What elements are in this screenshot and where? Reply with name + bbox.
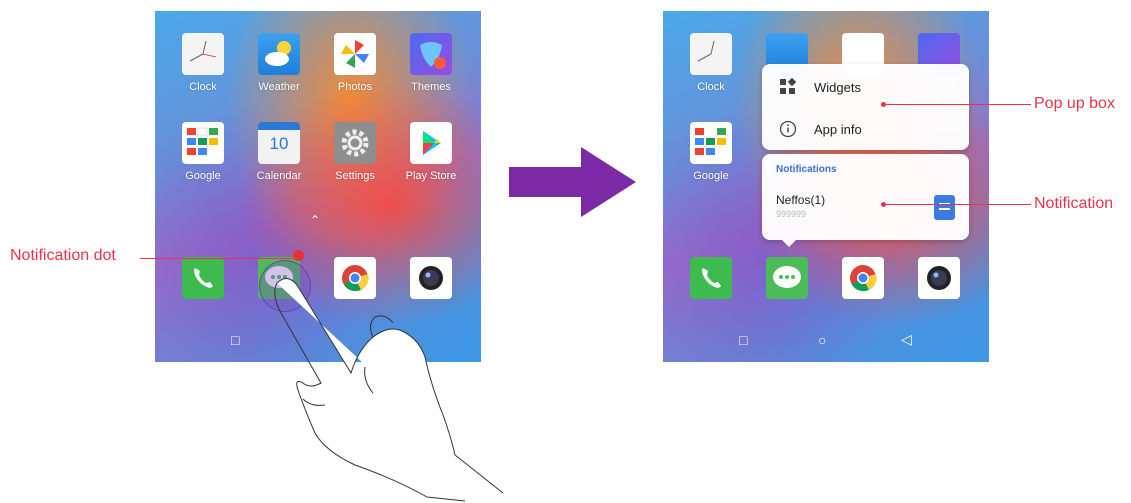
- themes-icon: [410, 33, 452, 75]
- recents-button[interactable]: □: [739, 332, 747, 348]
- clock-icon: [690, 33, 732, 75]
- play-store-icon: [410, 122, 452, 164]
- chrome-icon: [842, 257, 884, 299]
- app-calendar[interactable]: 10 Calendar: [239, 122, 319, 182]
- app-label: Weather: [258, 81, 300, 93]
- chevron-up-icon[interactable]: ⌃: [310, 213, 320, 227]
- home-screen-after: Clock Google Widgets App info Notificati…: [663, 11, 989, 362]
- weather-icon: [258, 33, 300, 75]
- phone-icon: [182, 257, 224, 299]
- callout-line: [140, 258, 297, 259]
- notification-title: Neffos(1): [776, 193, 826, 207]
- calendar-date: 10: [269, 134, 289, 153]
- google-folder-icon: [690, 122, 732, 164]
- app-label: Google: [185, 170, 221, 182]
- app-label: Clock: [697, 81, 725, 93]
- calendar-icon: 10: [258, 122, 300, 164]
- phone-icon: [690, 257, 732, 299]
- callout-notification: Notification: [1034, 195, 1114, 212]
- notifications-header: Notifications: [776, 164, 837, 175]
- app-label: Play Store: [405, 170, 457, 182]
- app-phone[interactable]: [671, 257, 751, 299]
- callout-line: [884, 204, 1031, 205]
- callout-notification-dot: Notification dot: [10, 247, 116, 264]
- notification-card[interactable]: Notifications Neffos(1) 999999: [762, 154, 969, 247]
- camera-icon: [918, 257, 960, 299]
- app-label: Clock: [189, 81, 217, 93]
- app-clock[interactable]: Clock: [163, 33, 243, 93]
- photos-icon: [334, 33, 376, 75]
- clock-icon: [182, 33, 224, 75]
- app-chrome[interactable]: [823, 257, 903, 299]
- app-clock[interactable]: Clock: [671, 33, 751, 93]
- notification-dot: [293, 250, 304, 261]
- popup-pointer: [782, 240, 796, 247]
- app-label: Photos: [337, 81, 373, 93]
- widgets-icon: [770, 78, 806, 96]
- app-play-store[interactable]: Play Store: [391, 122, 471, 182]
- menu-item-widgets[interactable]: Widgets: [762, 68, 969, 106]
- message-app-icon: [934, 195, 955, 220]
- home-button[interactable]: ○: [818, 332, 826, 348]
- app-phone[interactable]: [163, 257, 243, 299]
- app-label: Themes: [411, 81, 451, 93]
- app-label: Calendar: [256, 170, 302, 182]
- app-label: Settings: [335, 170, 375, 182]
- callout-pop-up-box: Pop up box: [1034, 95, 1115, 112]
- arrow-right-icon: [509, 147, 636, 217]
- messages-icon: [766, 257, 808, 299]
- app-photos[interactable]: Photos: [315, 33, 395, 93]
- hand-pointer-illustration: [274, 278, 504, 502]
- app-themes[interactable]: Themes: [391, 33, 471, 93]
- app-google[interactable]: Google: [163, 122, 243, 182]
- app-camera[interactable]: [899, 257, 979, 299]
- menu-label: Widgets: [814, 79, 861, 95]
- google-folder-icon: [182, 122, 224, 164]
- app-google[interactable]: Google: [671, 122, 751, 182]
- settings-gear-icon: [334, 122, 376, 164]
- app-settings[interactable]: Settings: [315, 122, 395, 182]
- menu-label: App info: [814, 121, 862, 137]
- recents-button[interactable]: □: [231, 332, 239, 348]
- callout-line: [884, 104, 1031, 105]
- info-icon: [770, 120, 806, 138]
- notification-body: 999999: [776, 209, 807, 219]
- app-weather[interactable]: Weather: [239, 33, 319, 93]
- menu-item-app-info[interactable]: App info: [762, 110, 969, 148]
- popup-menu: Widgets App info: [762, 64, 969, 150]
- app-messages[interactable]: [747, 257, 827, 299]
- back-button[interactable]: ◁: [901, 331, 912, 348]
- app-label: Google: [693, 170, 729, 182]
